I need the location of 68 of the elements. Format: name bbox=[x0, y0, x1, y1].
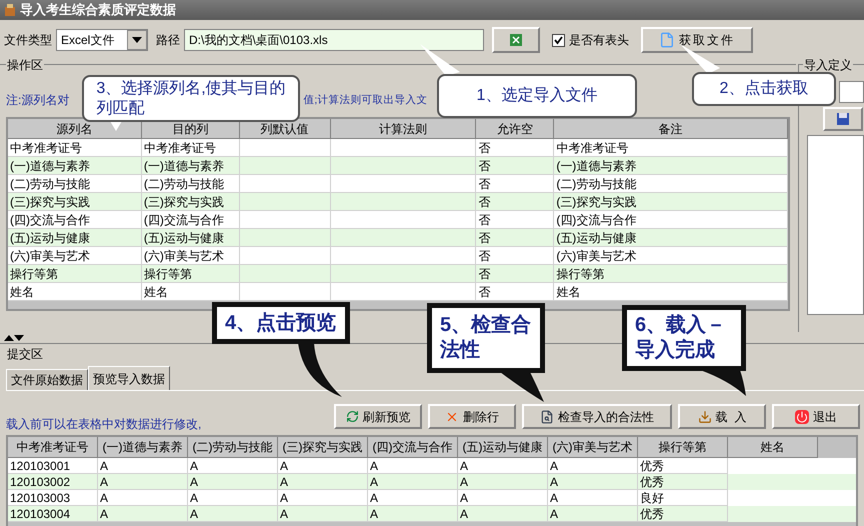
note-text: 注:源列名对 bbox=[6, 92, 70, 109]
checkbox-label: 是否有表头 bbox=[569, 32, 629, 49]
table-cell: A bbox=[548, 506, 638, 522]
path-field[interactable]: D:\我的文档\桌面\0103.xls bbox=[184, 29, 484, 51]
name-field[interactable] bbox=[839, 81, 864, 103]
fetch-file-button[interactable]: 获取文件 bbox=[641, 27, 753, 53]
window-title: 导入考生综合素质评定数据 bbox=[20, 1, 176, 20]
column-header[interactable]: 源列名 bbox=[8, 119, 142, 139]
header-checkbox[interactable] bbox=[552, 34, 565, 46]
callout-pointer bbox=[298, 343, 342, 397]
callout-bubble: 6、载入－ 导入完成 bbox=[622, 305, 746, 371]
table-cell: 优秀 bbox=[638, 506, 728, 522]
delete-button[interactable]: 删除行 bbox=[428, 404, 516, 429]
table-cell: 姓名 bbox=[142, 283, 240, 301]
table-cell: 姓名 bbox=[554, 283, 788, 301]
column-header[interactable]: 中考准考证号 bbox=[8, 437, 98, 458]
table-cell: 姓名 bbox=[8, 283, 142, 301]
tab[interactable]: 文件原始数据 bbox=[6, 369, 88, 390]
column-header[interactable]: 姓名 bbox=[728, 437, 818, 458]
load-button[interactable]: 载 入 bbox=[678, 404, 766, 429]
column-header[interactable]: 备注 bbox=[554, 119, 788, 139]
table-cell: A bbox=[98, 506, 188, 522]
table-cell: A bbox=[278, 506, 368, 522]
note-text: 值;计算法则可取出导入文 bbox=[303, 93, 428, 108]
document-search-icon bbox=[540, 410, 554, 424]
table-cell: 120103004 bbox=[8, 506, 98, 522]
column-header[interactable]: 允许空 bbox=[476, 119, 554, 139]
callout-bubble: 3、选择源列名,使其与目的 列匹配 bbox=[82, 75, 300, 122]
check-button[interactable]: 检查导入的合法性 bbox=[522, 404, 672, 429]
column-header[interactable]: (四)交流与合作 bbox=[368, 437, 458, 458]
refresh-button[interactable]: 刷新预览 bbox=[334, 404, 422, 429]
save-icon bbox=[836, 112, 850, 126]
tab[interactable]: 预览导入数据 bbox=[88, 366, 170, 390]
column-header[interactable]: 操行等第 bbox=[638, 437, 728, 458]
group-title: 提交区 bbox=[6, 345, 44, 363]
column-header[interactable]: (一)道德与素养 bbox=[98, 437, 188, 458]
app-icon bbox=[4, 3, 16, 17]
column-header[interactable]: (二)劳动与技能 bbox=[188, 437, 278, 458]
refresh-icon bbox=[346, 410, 358, 423]
group-title: 导入定义 bbox=[803, 56, 853, 74]
callout-bubble: 5、检查合 法性 bbox=[427, 303, 545, 373]
splitter-arrows-icon[interactable] bbox=[4, 334, 24, 342]
callout-pointer bbox=[500, 372, 544, 402]
group-title: 操作区 bbox=[6, 56, 44, 74]
path-label: 路径 bbox=[156, 32, 180, 49]
power-icon bbox=[795, 410, 809, 424]
table-cell: A bbox=[458, 506, 548, 522]
document-icon bbox=[659, 32, 675, 48]
column-header[interactable]: (六)审美与艺术 bbox=[548, 437, 638, 458]
column-header[interactable]: 列默认值 bbox=[240, 119, 331, 139]
file-type-select[interactable]: Excel文件 bbox=[56, 29, 148, 51]
callout-pointer bbox=[420, 44, 460, 76]
exit-button[interactable]: 退出 bbox=[772, 404, 860, 429]
definition-list[interactable] bbox=[807, 135, 864, 315]
table-cell: A bbox=[188, 506, 278, 522]
table-cell: 否 bbox=[476, 283, 554, 301]
table-cell: A bbox=[368, 506, 458, 522]
note-text: 载入前可以在表格中对数据进行修改, bbox=[6, 416, 202, 433]
spreadsheet-icon bbox=[509, 33, 523, 47]
column-header[interactable]: (五)运动与健康 bbox=[458, 437, 548, 458]
download-icon bbox=[698, 410, 712, 424]
callout-bubble: 4、点击预览 bbox=[212, 302, 350, 344]
callout-pointer bbox=[680, 44, 720, 74]
save-button[interactable] bbox=[823, 107, 863, 131]
browse-button[interactable] bbox=[492, 27, 540, 53]
column-header[interactable]: 计算法则 bbox=[330, 119, 476, 139]
column-header[interactable]: (三)探究与实践 bbox=[278, 437, 368, 458]
file-type-label: 文件类型 bbox=[4, 32, 52, 49]
